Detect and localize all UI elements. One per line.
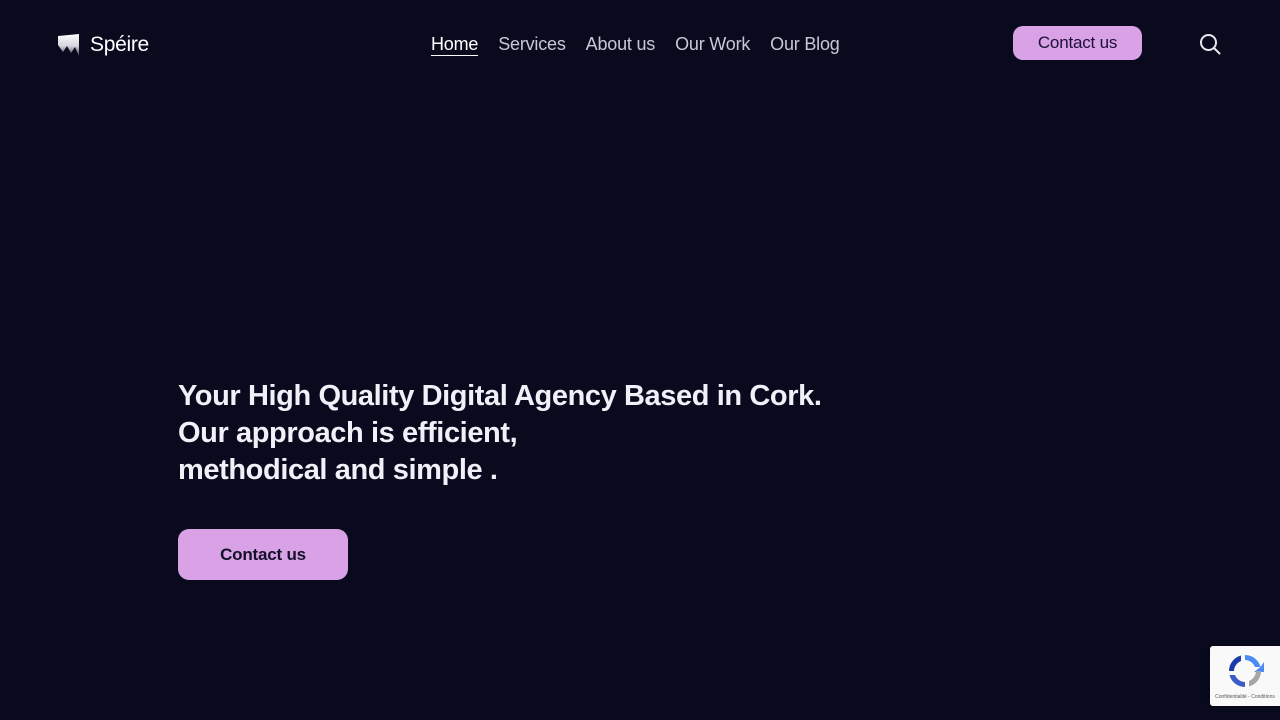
nav-home[interactable]: Home [431,33,478,56]
nav-services[interactable]: Services [498,32,566,56]
header-contact-button[interactable]: Contact us [1013,26,1142,60]
recaptcha-icon [1229,655,1264,687]
hero-title-line-1: Your High Quality Digital Agency Based i… [178,380,822,412]
nav-about-us[interactable]: About us [586,32,656,56]
search-icon [1200,34,1221,55]
logo-mark-icon [58,34,79,56]
main-nav: Home Services About us Our Work Our Blog [431,32,840,56]
nav-our-blog[interactable]: Our Blog [770,32,840,56]
hero-title-line-2: Our approach is efficient, [178,417,518,449]
hero-contact-button[interactable]: Contact us [178,529,348,580]
hero-title-line-3: methodical and simple . [178,454,498,486]
brand-name: Spéire [90,33,149,56]
recaptcha-badge[interactable]: Confidentialité - Conditions [1210,646,1280,706]
brand-logo[interactable]: Spéire [58,31,149,59]
hero-title: Your High Quality Digital Agency Based i… [178,378,898,489]
site-header: Spéire Home Services About us Our Work O… [0,0,1280,88]
recaptcha-links[interactable]: Confidentialité - Conditions [1215,694,1275,700]
search-button[interactable] [1197,31,1223,57]
nav-our-work[interactable]: Our Work [675,32,750,56]
